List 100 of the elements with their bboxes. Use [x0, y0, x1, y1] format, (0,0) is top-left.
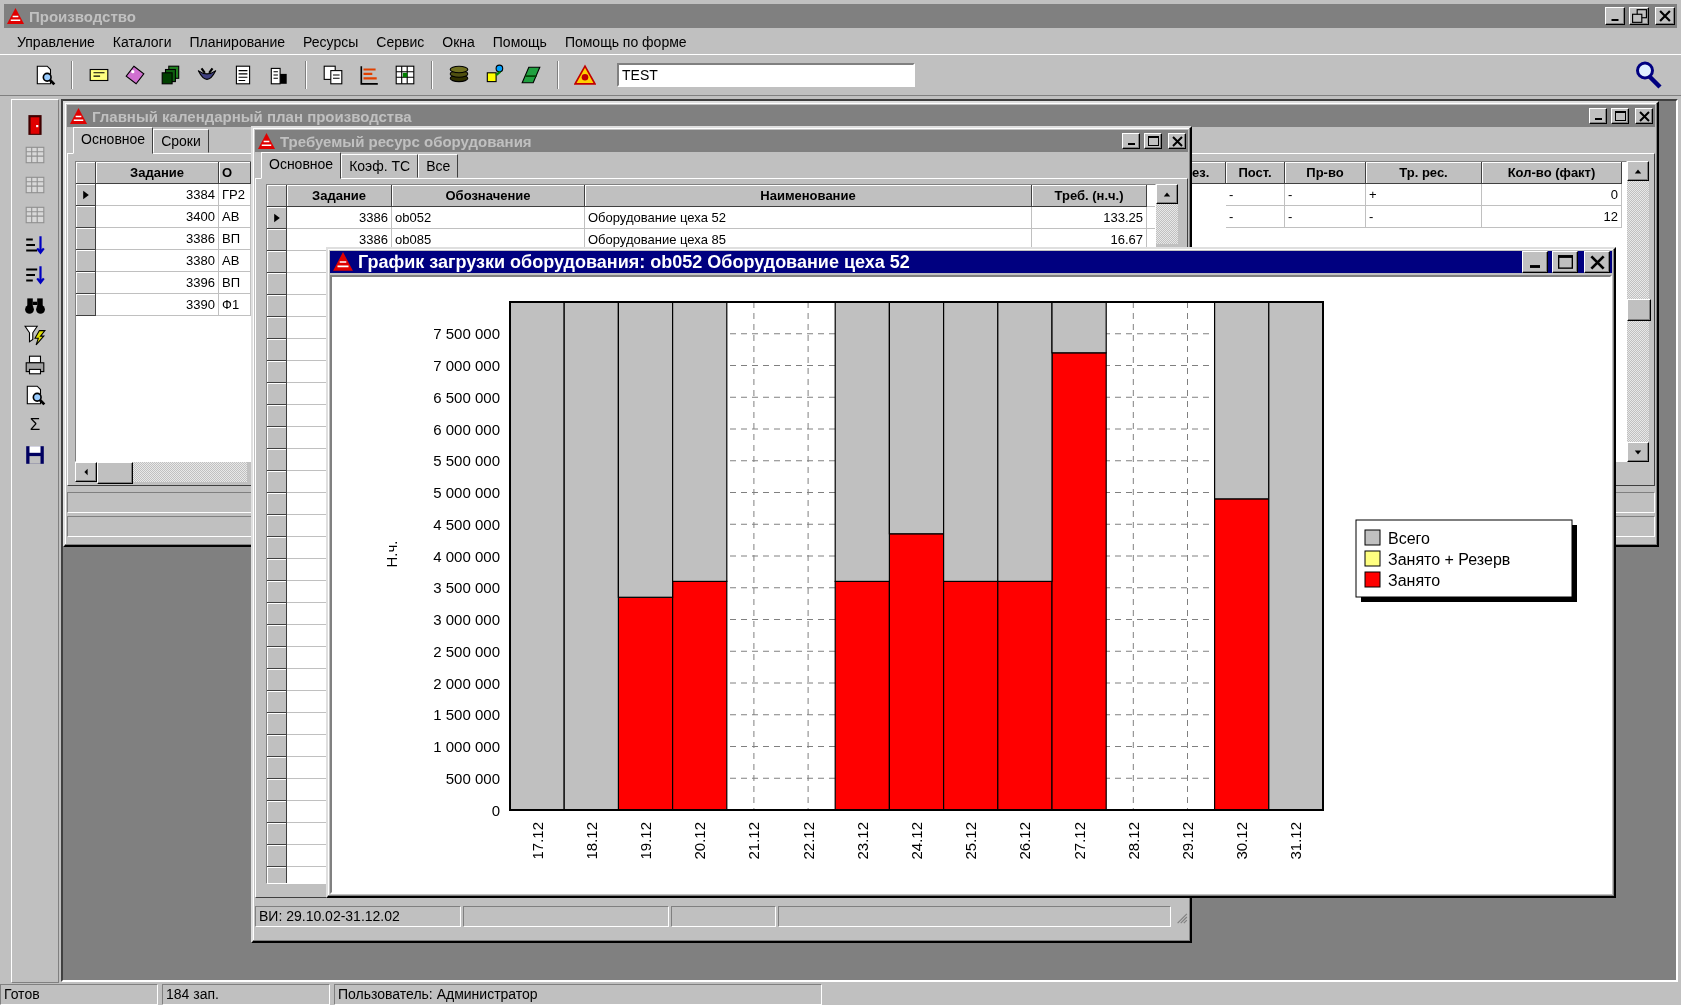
- row-selector[interactable]: [267, 691, 287, 713]
- row-selector[interactable]: [267, 625, 287, 647]
- scroll-up-button[interactable]: [1627, 161, 1649, 181]
- row-selector[interactable]: [267, 229, 287, 251]
- page-magnifier-icon[interactable]: [34, 64, 56, 86]
- tab[interactable]: Основное: [261, 152, 342, 179]
- column-header[interactable]: Задание: [287, 185, 392, 207]
- scroll-up-button[interactable]: [1156, 184, 1178, 204]
- menu-item[interactable]: Сервис: [367, 32, 434, 52]
- close-button[interactable]: [1168, 133, 1186, 149]
- row-selector[interactable]: [267, 845, 287, 867]
- column-header[interactable]: Треб. (н.ч.): [1032, 185, 1147, 207]
- tab[interactable]: Коэф. ТС: [341, 154, 419, 178]
- row-selector[interactable]: [267, 317, 287, 339]
- row-selector[interactable]: [267, 361, 287, 383]
- restore-button[interactable]: [1629, 7, 1649, 25]
- warning-icon[interactable]: [574, 64, 596, 86]
- sum-button[interactable]: Σ: [29, 414, 41, 436]
- row-selector[interactable]: [267, 537, 287, 559]
- row-selector[interactable]: [267, 515, 287, 537]
- page-magnifier-icon[interactable]: [24, 384, 46, 406]
- column-header[interactable]: Кол-во (факт): [1482, 162, 1622, 184]
- row-selector[interactable]: [267, 339, 287, 361]
- menu-item[interactable]: Планирование: [180, 32, 295, 52]
- row-selector[interactable]: [76, 228, 96, 250]
- minimize-button[interactable]: [1589, 108, 1607, 124]
- sort-ascending-icon[interactable]: [24, 234, 46, 256]
- row-selector[interactable]: [267, 647, 287, 669]
- stacked-pages-icon[interactable]: [160, 64, 182, 86]
- eraser-icon[interactable]: [520, 64, 542, 86]
- menu-item[interactable]: Окна: [433, 32, 484, 52]
- menu-item[interactable]: Помощь по форме: [555, 32, 696, 52]
- row-selector[interactable]: [267, 295, 287, 317]
- menu-item[interactable]: Каталоги: [103, 32, 181, 52]
- horizontal-scrollbar[interactable]: [75, 462, 247, 482]
- row-selector[interactable]: [267, 713, 287, 735]
- close-button[interactable]: [1635, 108, 1653, 124]
- row-selector[interactable]: [267, 493, 287, 515]
- close-button[interactable]: [1584, 251, 1610, 273]
- bar-chart-icon[interactable]: [358, 64, 380, 86]
- copy-icon[interactable]: [322, 64, 344, 86]
- row-selector[interactable]: [267, 273, 287, 295]
- menu-item[interactable]: Помощь: [483, 32, 556, 52]
- maximize-icon: [1614, 111, 1626, 121]
- scroll-left-button[interactable]: [75, 462, 97, 482]
- scrollbar-thumb[interactable]: [97, 462, 133, 484]
- sort-descending-icon[interactable]: [24, 264, 46, 286]
- row-selector[interactable]: [267, 757, 287, 779]
- row-selector[interactable]: [76, 272, 96, 294]
- row-selector[interactable]: [76, 206, 96, 228]
- input-field[interactable]: TEST: [617, 63, 915, 87]
- minimize-button[interactable]: [1605, 7, 1625, 25]
- tab[interactable]: Основное: [73, 127, 154, 154]
- row-selector[interactable]: [267, 735, 287, 757]
- row-selector[interactable]: [267, 779, 287, 801]
- menu-item[interactable]: Ресурсы: [294, 32, 368, 52]
- minimize-button[interactable]: [1122, 133, 1140, 149]
- printer-icon[interactable]: [24, 354, 46, 376]
- menu-item[interactable]: Управление: [8, 32, 104, 52]
- column-header[interactable]: Пост.: [1226, 162, 1285, 184]
- maximize-button[interactable]: [1144, 133, 1162, 149]
- column-header[interactable]: Обозначение: [392, 185, 585, 207]
- maximize-button[interactable]: [1552, 251, 1578, 273]
- column-header[interactable]: Тр. рес.: [1366, 162, 1482, 184]
- row-selector[interactable]: [267, 427, 287, 449]
- maximize-button[interactable]: [1611, 108, 1629, 124]
- row-selector[interactable]: [267, 603, 287, 625]
- row-selector[interactable]: [267, 405, 287, 427]
- row-selector[interactable]: [267, 581, 287, 603]
- row-selector[interactable]: [267, 471, 287, 493]
- magnifier-icon[interactable]: [1633, 60, 1663, 90]
- row-selector[interactable]: [267, 801, 287, 823]
- tab[interactable]: Все: [418, 154, 459, 178]
- minimize-button[interactable]: [1522, 251, 1548, 273]
- table-icon[interactable]: [394, 64, 416, 86]
- row-selector[interactable]: [267, 823, 287, 845]
- table-cell: -: [1285, 184, 1366, 206]
- row-selector[interactable]: [76, 250, 96, 272]
- column-header[interactable]: Наименование: [585, 185, 1032, 207]
- row-selector[interactable]: [267, 559, 287, 581]
- scrollbar-thumb[interactable]: [1627, 299, 1651, 321]
- column-header[interactable]: О: [219, 162, 251, 184]
- maximize-icon: [1557, 255, 1573, 269]
- row-selector[interactable]: [76, 184, 96, 206]
- row-selector[interactable]: [267, 251, 287, 273]
- column-header[interactable]: Задание: [96, 162, 219, 184]
- close-button[interactable]: [1655, 7, 1675, 25]
- row-selector[interactable]: [76, 294, 96, 316]
- row-selector[interactable]: [267, 449, 287, 471]
- filter-icon[interactable]: [24, 324, 46, 346]
- scroll-down-button[interactable]: [1627, 442, 1649, 462]
- diamond-icon[interactable]: [124, 64, 146, 86]
- row-selector[interactable]: [267, 383, 287, 405]
- row-selector[interactable]: [267, 669, 287, 691]
- row-selector[interactable]: [267, 867, 287, 883]
- vertical-scrollbar[interactable]: [1627, 161, 1649, 462]
- column-header[interactable]: Пр-во: [1285, 162, 1366, 184]
- row-selector[interactable]: [267, 207, 287, 229]
- window-title: Производство: [29, 7, 137, 25]
- tab[interactable]: Сроки: [153, 129, 209, 153]
